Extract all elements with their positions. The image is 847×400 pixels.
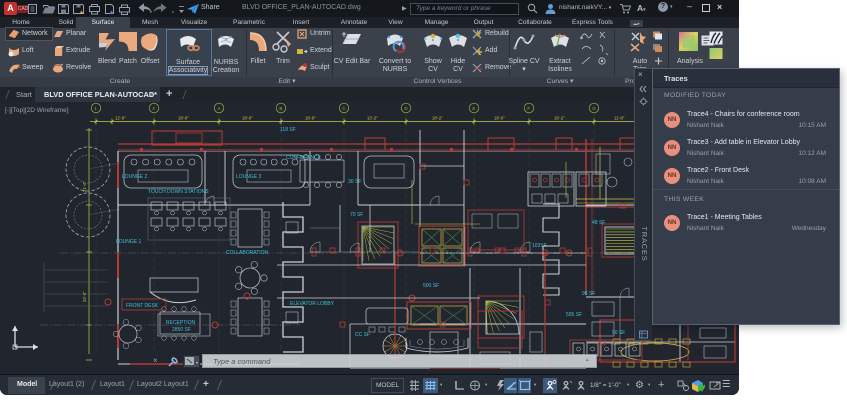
svg-text:12'-8": 12'-8" bbox=[115, 116, 126, 121]
svg-text:13'-2": 13'-2" bbox=[367, 116, 378, 121]
svg-text:C: C bbox=[342, 106, 346, 111]
svg-text:18'-0": 18'-0" bbox=[178, 116, 189, 121]
svg-text:30 SF: 30 SF bbox=[348, 179, 361, 185]
svg-text:1: 1 bbox=[94, 106, 97, 111]
svg-text:18'-0": 18'-0" bbox=[242, 116, 253, 121]
svg-text:A: A bbox=[217, 106, 220, 111]
svg-text:118 SF: 118 SF bbox=[280, 127, 296, 133]
svg-text:TOUCH DOWN STATIONS: TOUCH DOWN STATIONS bbox=[148, 189, 209, 195]
svg-text:16'-2": 16'-2" bbox=[554, 116, 565, 121]
svg-text:2850 SF: 2850 SF bbox=[172, 327, 191, 333]
svg-text:90 SF: 90 SF bbox=[612, 330, 625, 336]
svg-text:COLLABORATION: COLLABORATION bbox=[226, 250, 269, 256]
svg-text:RECEPTION: RECEPTION bbox=[166, 320, 196, 326]
svg-text:18'-0": 18'-0" bbox=[494, 116, 505, 121]
svg-text:E: E bbox=[472, 106, 475, 111]
svg-text:48 SF: 48 SF bbox=[592, 220, 605, 226]
svg-text:LOUNGE 3: LOUNGE 3 bbox=[236, 174, 262, 180]
svg-text:[-][Top][2D Wireframe]: [-][Top][2D Wireframe] bbox=[5, 107, 69, 114]
svg-text:LOUNGE 1: LOUNGE 1 bbox=[116, 239, 142, 245]
svg-text:ELEVATOR LOBBY: ELEVATOR LOBBY bbox=[290, 301, 335, 307]
svg-text:FRONT DESK: FRONT DESK bbox=[126, 303, 159, 309]
svg-text:2: 2 bbox=[152, 106, 155, 111]
svg-text:24'-0": 24'-0" bbox=[82, 291, 87, 302]
svg-text:CC SF: CC SF bbox=[355, 332, 370, 338]
svg-text:18'-2": 18'-2" bbox=[432, 116, 443, 121]
svg-text:D: D bbox=[404, 106, 408, 111]
svg-text:CONFERENCE: CONFERENCE bbox=[286, 155, 322, 161]
svg-text:B: B bbox=[279, 106, 282, 111]
svg-text:500 SF: 500 SF bbox=[423, 283, 439, 289]
svg-text:70 SF: 70 SF bbox=[350, 212, 363, 218]
svg-text:595 SF: 595 SF bbox=[566, 312, 582, 318]
svg-text:18'-9": 18'-9" bbox=[305, 116, 316, 121]
svg-text:F: F bbox=[527, 106, 530, 111]
svg-text:LOUNGE 2: LOUNGE 2 bbox=[122, 174, 148, 180]
svg-text:103SF: 103SF bbox=[532, 243, 547, 249]
svg-text:98 SF: 98 SF bbox=[582, 291, 595, 297]
svg-text:G: G bbox=[592, 106, 596, 111]
svg-text:11'-8": 11'-8" bbox=[614, 116, 625, 121]
